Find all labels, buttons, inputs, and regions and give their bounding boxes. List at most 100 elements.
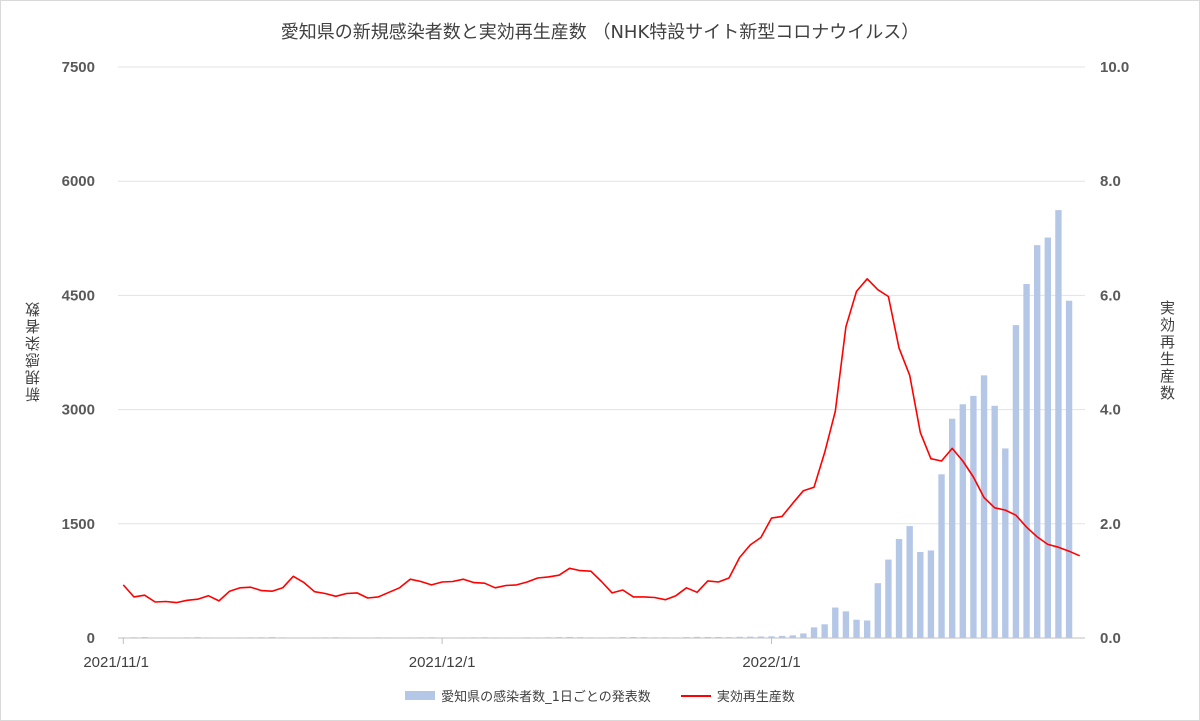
legend-label-rt: 実効再生産数 <box>716 690 795 705</box>
bar <box>704 636 711 638</box>
left-tick-label: 4500 <box>62 287 95 304</box>
bar <box>343 637 350 638</box>
bar <box>279 637 286 638</box>
bar <box>290 637 297 638</box>
bar <box>385 637 393 638</box>
bar <box>885 559 892 638</box>
legend-item-rt: 実効再生産数 <box>680 686 795 705</box>
legend-swatch-line <box>680 694 711 697</box>
bar <box>375 637 382 638</box>
bar <box>662 637 669 638</box>
bar <box>747 636 754 638</box>
bar <box>205 637 212 638</box>
bar <box>810 627 818 638</box>
bar <box>1044 237 1051 638</box>
bar <box>1033 245 1041 639</box>
bar <box>183 637 191 638</box>
bar <box>417 637 425 638</box>
bar <box>322 637 329 638</box>
bar <box>863 620 871 638</box>
bar <box>141 637 148 638</box>
legend: 愛知県の感染者数_1日ごとの発表数 実効再生産数 <box>0 686 1200 705</box>
bar <box>407 637 414 638</box>
bar <box>874 583 881 638</box>
bar <box>587 637 595 638</box>
legend-swatch-bar <box>405 691 436 700</box>
bar <box>534 637 541 638</box>
bar <box>800 633 807 638</box>
bar <box>821 624 828 638</box>
bar <box>842 611 850 638</box>
bar <box>1055 210 1062 638</box>
bar <box>396 637 403 638</box>
legend-label-cases: 愛知県の感染者数_1日ごとの発表数 <box>441 690 651 705</box>
bar <box>980 375 988 638</box>
bar <box>651 637 658 638</box>
bar <box>523 637 531 638</box>
bar <box>778 635 786 638</box>
right-tick-label: 8.0 <box>1100 173 1121 190</box>
bar <box>1012 325 1020 638</box>
legend-item-cases: 愛知県の感染者数_1日ごとの発表数 <box>405 686 651 705</box>
bar <box>353 637 361 638</box>
bar <box>492 637 499 638</box>
bar <box>693 636 701 638</box>
bar <box>683 637 690 638</box>
bar <box>215 637 223 638</box>
bar <box>598 637 605 638</box>
x-tick-label: 2021/12/1 <box>409 654 476 671</box>
bar <box>608 637 616 638</box>
bar <box>768 636 775 638</box>
bar <box>545 637 552 638</box>
bar <box>555 637 563 638</box>
rt-line <box>122 277 1081 604</box>
bar <box>268 637 276 638</box>
bar <box>725 637 733 638</box>
bar <box>991 405 998 638</box>
bar <box>502 637 510 638</box>
bar <box>311 637 318 638</box>
right-tick-label: 6.0 <box>1100 287 1121 304</box>
left-tick-label: 1500 <box>62 516 95 533</box>
bar <box>428 637 435 638</box>
bar <box>959 404 966 638</box>
x-tick-label: 2021/11/1 <box>83 654 149 671</box>
bar <box>789 635 796 638</box>
bar <box>672 637 680 638</box>
bar <box>247 637 255 638</box>
bar <box>853 619 860 638</box>
bar <box>715 637 722 638</box>
bar <box>1065 300 1073 638</box>
bar <box>1023 283 1030 638</box>
bar <box>258 637 265 638</box>
bar <box>470 637 478 638</box>
bar <box>640 637 648 638</box>
bar <box>237 637 244 638</box>
bar <box>1002 448 1009 638</box>
bar <box>917 551 924 638</box>
right-tick-label: 0.0 <box>1100 630 1121 647</box>
bar <box>162 637 170 638</box>
bar <box>120 637 127 638</box>
left-tick-label: 3000 <box>62 402 95 419</box>
left-tick-label: 7500 <box>62 59 95 76</box>
bar <box>566 636 573 638</box>
bar <box>895 539 903 638</box>
bar <box>630 637 637 638</box>
bar <box>130 637 138 638</box>
x-tick-label: 2022/1/1 <box>742 654 800 671</box>
bar <box>577 637 584 638</box>
chart-canvas: 0 0.0 1500 2.0 3000 4.0 4500 6.0 6000 8.0 7500 10.0… <box>62 59 1130 671</box>
right-tick-label: 2.0 <box>1100 516 1121 533</box>
right-tick-label: 4.0 <box>1100 402 1121 419</box>
bar <box>460 637 467 638</box>
bar <box>970 395 977 638</box>
bar <box>332 637 340 638</box>
bar <box>938 474 945 638</box>
bar <box>619 637 626 638</box>
bar <box>438 637 446 638</box>
bar <box>757 636 765 638</box>
bar <box>736 636 743 638</box>
bar <box>194 637 201 638</box>
bar <box>832 607 839 638</box>
